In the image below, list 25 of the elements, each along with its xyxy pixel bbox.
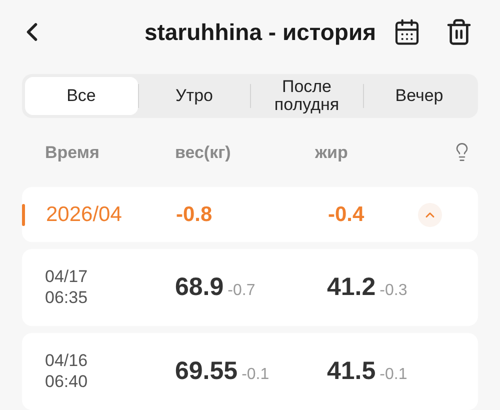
record-date: 04/17 xyxy=(45,266,89,288)
record-date: 04/16 xyxy=(45,350,89,372)
tab[interactable]: Все xyxy=(25,76,138,115)
weight-value: 68.9 xyxy=(175,272,224,303)
fat-value: 41.5 xyxy=(327,356,376,387)
column-header: вес(кг) xyxy=(175,142,232,164)
fat-change: -0.3 xyxy=(380,280,408,301)
weight-change: -0.7 xyxy=(228,280,256,301)
trash-icon xyxy=(445,18,473,46)
fat-value: 41.2 xyxy=(327,272,376,303)
record-time: 06:35 xyxy=(45,287,89,308)
weight-change: -0.1 xyxy=(242,364,270,385)
month-label: 2026/04 xyxy=(46,202,123,228)
weight-value: 69.55 xyxy=(175,356,238,387)
fat-change: -0.1 xyxy=(380,364,408,385)
column-header: Время xyxy=(45,142,100,164)
tab[interactable]: Вечер xyxy=(364,76,475,115)
record-time: 06:40 xyxy=(45,371,89,392)
calendar-icon xyxy=(393,18,421,46)
column-header: жир xyxy=(315,142,349,164)
weight-change: -0.8 xyxy=(176,202,214,228)
page-title: staruhhina - история xyxy=(144,18,376,47)
fat-change: -0.4 xyxy=(328,202,366,228)
tab[interactable]: Утро xyxy=(138,76,250,115)
tab[interactable]: После полудня xyxy=(251,76,362,115)
